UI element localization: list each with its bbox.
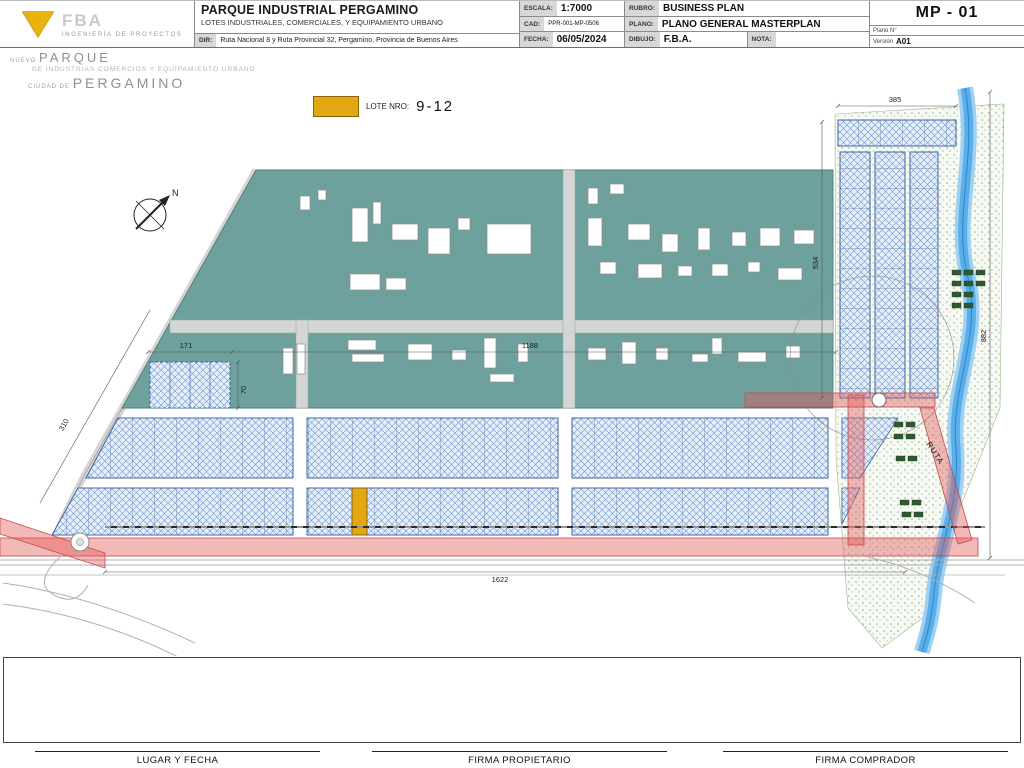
lot-legend: LOTE NRO: 9-12: [313, 96, 454, 117]
plano-label: PLANO:: [625, 17, 658, 32]
heading-nuevo: NUEVO: [10, 58, 36, 64]
signature-box: [3, 657, 1021, 743]
dim-1188: 1188: [522, 341, 538, 350]
firma-comprador-label: FIRMA COMPRADOR: [723, 752, 1008, 766]
dim-882: 882: [979, 330, 988, 343]
fba-logo-icon: [22, 11, 54, 37]
legend-value: 9-12: [416, 98, 454, 115]
site-plan-svg: N 385 534 882: [0, 48, 1024, 656]
version-label: Versión: [873, 39, 893, 45]
lot-color-swatch: [313, 96, 359, 117]
dim-534: 534: [811, 257, 820, 270]
commercial-lot-strips: [52, 418, 898, 535]
heading-ciudad-de: CIUDAD DE: [28, 84, 70, 90]
heading-parque: PARQUE: [39, 50, 111, 65]
fecha-value: 06/05/2024: [553, 32, 607, 47]
heading-pergamino: PERGAMINO: [73, 75, 186, 91]
project-cell: PARQUE INDUSTRIAL PERGAMINO LOTES INDUST…: [195, 1, 520, 47]
heading-subtitle: DE INDUSTRIAS COMERCIOS Y EQUIPAMIENTO U…: [32, 66, 256, 73]
logo-text: FBA: [62, 11, 182, 31]
escala-value: 1:7000: [557, 1, 592, 16]
dir-label: DIR:: [195, 34, 216, 47]
fecha-label: FECHA:: [520, 32, 553, 47]
logo-subtitle: INGENIERÍA DE PROYECTOS: [62, 32, 182, 38]
rubro-label: RUBRO:: [625, 1, 659, 16]
plano-value: PLANO GENERAL MASTERPLAN: [658, 17, 821, 32]
dim-1622: 1622: [492, 575, 509, 584]
drawing-sheet: FBA INGENIERÍA DE PROYECTOS PARQUE INDUS…: [0, 0, 1024, 768]
dim-310: 310: [57, 417, 71, 432]
plano-meta-cell: RUBRO: BUSINESS PLAN PLANO: PLANO GENERA…: [625, 1, 870, 47]
signature-lugar-fecha: LUGAR Y FECHA: [35, 751, 320, 766]
signature-propietario: FIRMA PROPIETARIO: [372, 751, 667, 766]
legend-label: LOTE NRO:: [366, 102, 409, 111]
signature-area: LUGAR Y FECHA FIRMA PROPIETARIO FIRMA CO…: [0, 656, 1024, 768]
dim-70: 70: [239, 386, 248, 394]
reserve-block: [150, 362, 230, 408]
escala-label: ESCALA:: [520, 1, 557, 16]
nota-label: NOTA:: [748, 32, 776, 47]
right-lot-strip: [838, 120, 956, 398]
dim-171: 171: [180, 341, 193, 350]
cad-label: CAD:: [520, 17, 544, 32]
project-title: PARQUE INDUSTRIAL PERGAMINO: [201, 3, 519, 17]
cad-value: PPR-001-MP-0506: [544, 17, 599, 32]
plano-n-label: Plano N°: [870, 25, 1024, 35]
project-subtitle: LOTES INDUSTRIALES, COMERCIALES, Y EQUIP…: [201, 18, 519, 27]
route-access-east-vertical: [848, 395, 864, 545]
scale-meta-cell: ESCALA: 1:7000 CAD: PPR-001-MP-0506 FECH…: [520, 1, 625, 47]
drawing-heading: NUEVO PARQUE DE INDUSTRIAS COMERCIOS Y E…: [10, 50, 256, 91]
north-arrow-icon: N: [134, 188, 179, 231]
dibujo-value: F.B.A.: [660, 32, 692, 47]
rubro-value: BUSINESS PLAN: [659, 1, 744, 16]
title-block: FBA INGENIERÍA DE PROYECTOS PARQUE INDUS…: [0, 0, 1024, 48]
dir-value: Ruta Nacional 8 y Ruta Provincial 32, Pe…: [220, 37, 457, 44]
route-nacional-8: [0, 538, 978, 556]
sheet-number-cell: MP - 01 Plano N° Versión A01: [870, 1, 1024, 47]
lugar-fecha-label: LUGAR Y FECHA: [35, 752, 320, 766]
logo-cell: FBA INGENIERÍA DE PROYECTOS: [0, 1, 195, 47]
map-area: N 385 534 882: [0, 48, 1024, 656]
dim-385: 385: [889, 95, 902, 104]
signature-comprador: FIRMA COMPRADOR: [723, 751, 1008, 766]
north-label: N: [172, 188, 179, 198]
firma-propietario-label: FIRMA PROPIETARIO: [372, 752, 667, 766]
version-value: A01: [896, 37, 911, 46]
dibujo-label: DIBUJO:: [625, 32, 660, 47]
route-access-east-horizontal: [745, 393, 935, 407]
sheet-number: MP - 01: [870, 1, 1024, 25]
